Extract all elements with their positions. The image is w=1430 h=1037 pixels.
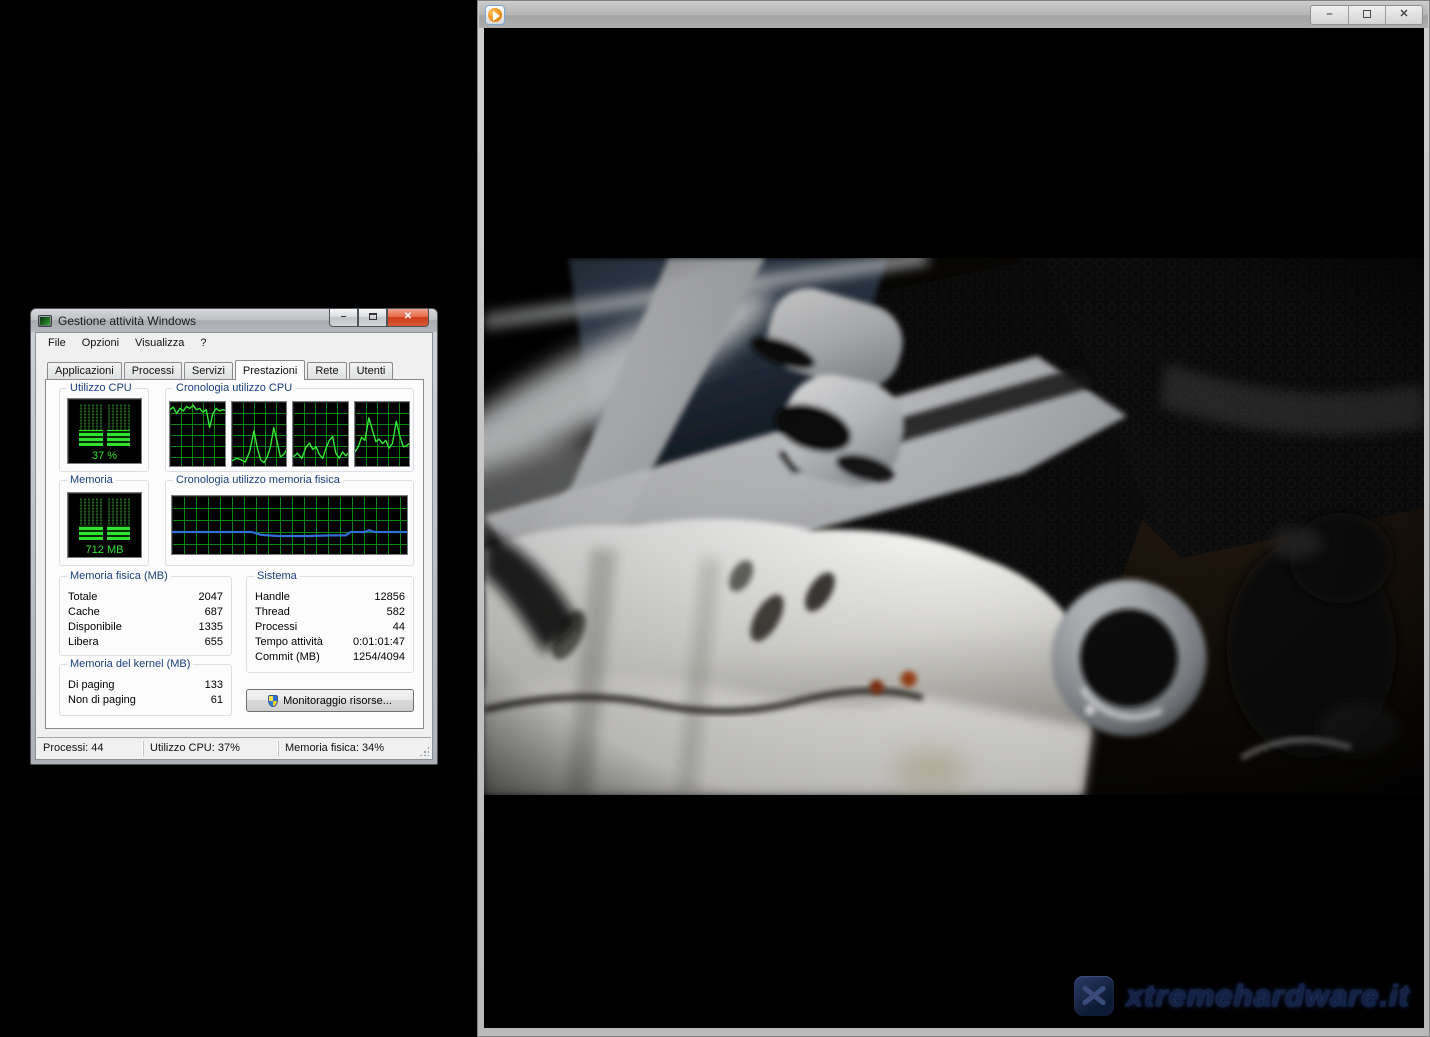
physical-memory-title: Memoria fisica (MB)	[67, 570, 171, 582]
table-row: Thread582	[255, 605, 405, 620]
status-physical-memory: Memoria fisica: 34%	[278, 741, 390, 756]
window-title: Gestione attività Windows	[58, 314, 196, 328]
memory-label: Memoria	[67, 474, 116, 486]
tab-strip: Applicazioni Processi Servizi Prestazion…	[47, 359, 424, 379]
cpu-usage-label: Utilizzo CPU	[67, 382, 135, 394]
memory-history-graph	[171, 495, 408, 555]
tab-servizi[interactable]: Servizi	[184, 362, 233, 379]
tab-prestazioni[interactable]: Prestazioni	[235, 360, 305, 380]
tab-utenti[interactable]: Utenti	[349, 362, 394, 379]
table-row: Di paging133	[68, 678, 223, 693]
xtremehardware-logo-icon	[1074, 976, 1114, 1016]
media-player-window: – ✕	[477, 0, 1430, 1037]
tab-rete[interactable]: Rete	[307, 362, 346, 379]
minimize-icon: –	[1326, 8, 1332, 20]
cpu-history-group: Cronologia utilizzo CPU	[165, 388, 414, 472]
menu-help[interactable]: ?	[192, 334, 214, 352]
table-row: Disponibile1335	[68, 620, 223, 635]
watermark: xtremehardware.it	[1074, 976, 1410, 1016]
tab-processi[interactable]: Processi	[124, 362, 182, 379]
table-row: Handle12856	[255, 590, 405, 605]
task-manager-client-area: File Opzioni Visualizza ? Applicazioni P…	[35, 332, 433, 760]
table-row: Totale2047	[68, 590, 223, 605]
kernel-memory-title: Memoria del kernel (MB)	[67, 658, 193, 670]
status-bar: Processi: 44 Utilizzo CPU: 37% Memoria f…	[37, 737, 431, 758]
cpu-usage-gauge: 37 %	[67, 398, 142, 464]
menu-view[interactable]: Visualizza	[127, 334, 192, 352]
task-manager-window: Gestione attività Windows – ✕ File Opzio…	[30, 308, 438, 765]
player-close-button[interactable]: ✕	[1385, 6, 1422, 24]
system-title: Sistema	[254, 570, 300, 582]
system-group: Sistema Handle12856 Thread582 Processi44…	[246, 576, 414, 673]
memory-gauge: 712 MB	[67, 492, 142, 558]
menu-bar: File Opzioni Visualizza ?	[36, 333, 432, 353]
menu-options[interactable]: Opzioni	[74, 334, 127, 352]
memory-history-label: Cronologia utilizzo memoria fisica	[173, 474, 343, 486]
uac-shield-icon	[268, 695, 278, 707]
resource-monitor-button-label: Monitoraggio risorse...	[283, 695, 392, 707]
table-row: Tempo attività0:01:01:47	[255, 635, 405, 650]
media-player-app-icon[interactable]	[485, 5, 505, 25]
table-row: Cache687	[68, 605, 223, 620]
maximize-icon	[369, 313, 377, 320]
table-row: Libera655	[68, 635, 223, 650]
player-maximize-button[interactable]	[1348, 6, 1385, 24]
video-still-nanosuit	[484, 258, 1424, 795]
task-manager-app-icon	[38, 315, 52, 327]
watermark-text: xtremehardware.it	[1126, 978, 1410, 1014]
table-row: Non di paging61	[68, 693, 223, 708]
window-controls: – ✕	[329, 309, 429, 327]
video-display-area[interactable]: xtremehardware.it	[484, 28, 1424, 1028]
maximize-button[interactable]	[358, 309, 387, 327]
close-icon: ✕	[1399, 8, 1408, 20]
status-cpu-usage: Utilizzo CPU: 37%	[143, 741, 278, 756]
kernel-memory-group: Memoria del kernel (MB) Di paging133 Non…	[59, 664, 232, 716]
tab-control: Applicazioni Processi Servizi Prestazion…	[45, 359, 424, 729]
cpu-history-graph-1	[169, 401, 226, 467]
cpu-usage-value: 37 %	[68, 450, 141, 462]
cpu-history-graph-3	[292, 401, 349, 467]
cpu-history-graph-2	[231, 401, 288, 467]
status-processes: Processi: 44	[37, 741, 143, 756]
resource-monitor-button[interactable]: Monitoraggio risorse...	[246, 689, 414, 712]
resize-grip[interactable]	[419, 746, 429, 756]
table-row: Commit (MB)1254/4094	[255, 650, 405, 665]
cpu-history-graph-4	[354, 401, 411, 467]
memory-value: 712 MB	[68, 544, 141, 556]
maximize-icon	[1363, 10, 1371, 18]
minimize-icon: –	[341, 311, 347, 322]
close-icon: ✕	[404, 311, 412, 322]
cpu-history-graphs	[169, 401, 410, 467]
tab-applicazioni[interactable]: Applicazioni	[47, 362, 122, 379]
player-window-controls: – ✕	[1310, 5, 1423, 25]
media-player-titlebar[interactable]	[479, 2, 1428, 28]
menu-file[interactable]: File	[40, 334, 74, 352]
memory-gauge-group: Memoria 712 MB	[59, 480, 149, 566]
table-row: Processi44	[255, 620, 405, 635]
cpu-usage-group: Utilizzo CPU 37 %	[59, 388, 149, 472]
minimize-button[interactable]: –	[329, 309, 358, 327]
close-button[interactable]: ✕	[387, 309, 429, 327]
cpu-history-label: Cronologia utilizzo CPU	[173, 382, 295, 394]
performance-tab-page: Utilizzo CPU 37 % Cronologia utilizzo CP…	[45, 379, 424, 729]
player-minimize-button[interactable]: –	[1311, 6, 1348, 24]
memory-history-group: Cronologia utilizzo memoria fisica	[165, 480, 414, 566]
physical-memory-group: Memoria fisica (MB) Totale2047 Cache687 …	[59, 576, 232, 656]
video-frame	[484, 258, 1424, 795]
